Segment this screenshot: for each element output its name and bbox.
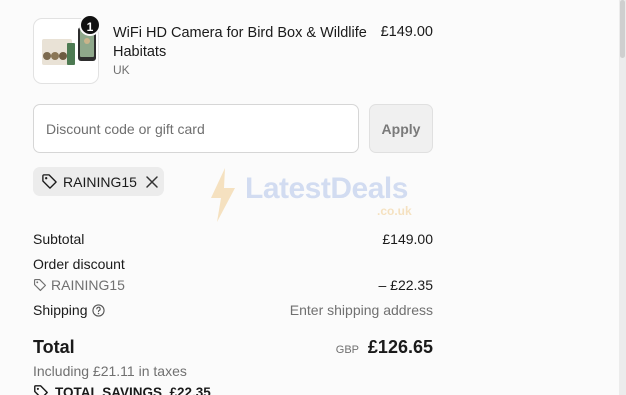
tag-icon [34, 385, 48, 395]
discount-value: – £22.35 [378, 277, 434, 293]
subtotal-row: Subtotal £149.00 [33, 231, 433, 247]
shipping-value: Enter shipping address [289, 302, 433, 318]
scrollbar-thumb[interactable] [620, 0, 625, 58]
taxes-note: Including £21.11 in taxes [33, 363, 187, 379]
total-savings-text: TOTAL SAVINGS £22.35 [55, 384, 211, 395]
tag-icon [42, 174, 57, 189]
apply-discount-button[interactable]: Apply [369, 104, 433, 153]
order-discount-label: Order discount [33, 256, 125, 272]
total-amount: £126.65 [367, 337, 433, 357]
watermark-brand: LatestDeals [245, 172, 408, 205]
subtotal-value: £149.00 [382, 231, 433, 247]
discount-code-input[interactable] [33, 104, 359, 153]
product-name: WiFi HD Camera for Bird Box & Wildlife H… [113, 25, 367, 60]
discount-code-row: RAINING15 – £22.35 [33, 277, 433, 293]
question-circle-icon[interactable] [91, 304, 105, 317]
order-discount-row: Order discount [33, 256, 433, 272]
watermark-domain: .co.uk [377, 204, 412, 218]
applied-discount-code: RAINING15 [63, 173, 137, 190]
close-icon[interactable] [145, 175, 159, 189]
scrollbar[interactable] [619, 0, 626, 395]
currency-code: GBP [335, 344, 359, 356]
total-label: Total [33, 337, 75, 357]
quantity-badge: 1 [79, 14, 101, 36]
watermark-logo: LatestDeals .co.uk [207, 168, 427, 224]
discount-code-label: RAINING15 [51, 277, 125, 293]
lightning-bolt-icon [211, 168, 235, 222]
shipping-label: Shipping [33, 302, 88, 318]
product-variant: UK [113, 63, 130, 77]
shipping-row: Shipping Enter shipping address [33, 302, 433, 318]
total-savings: TOTAL SAVINGS £22.35 [33, 384, 211, 395]
tag-icon [33, 278, 47, 292]
applied-discount-chip: RAINING15 [33, 167, 164, 196]
subtotal-label: Subtotal [33, 231, 85, 247]
product-price: £149.00 [380, 24, 433, 40]
cart-line-item: 1 WiFi HD Camera for Bird Box & Wildlife… [33, 14, 433, 84]
